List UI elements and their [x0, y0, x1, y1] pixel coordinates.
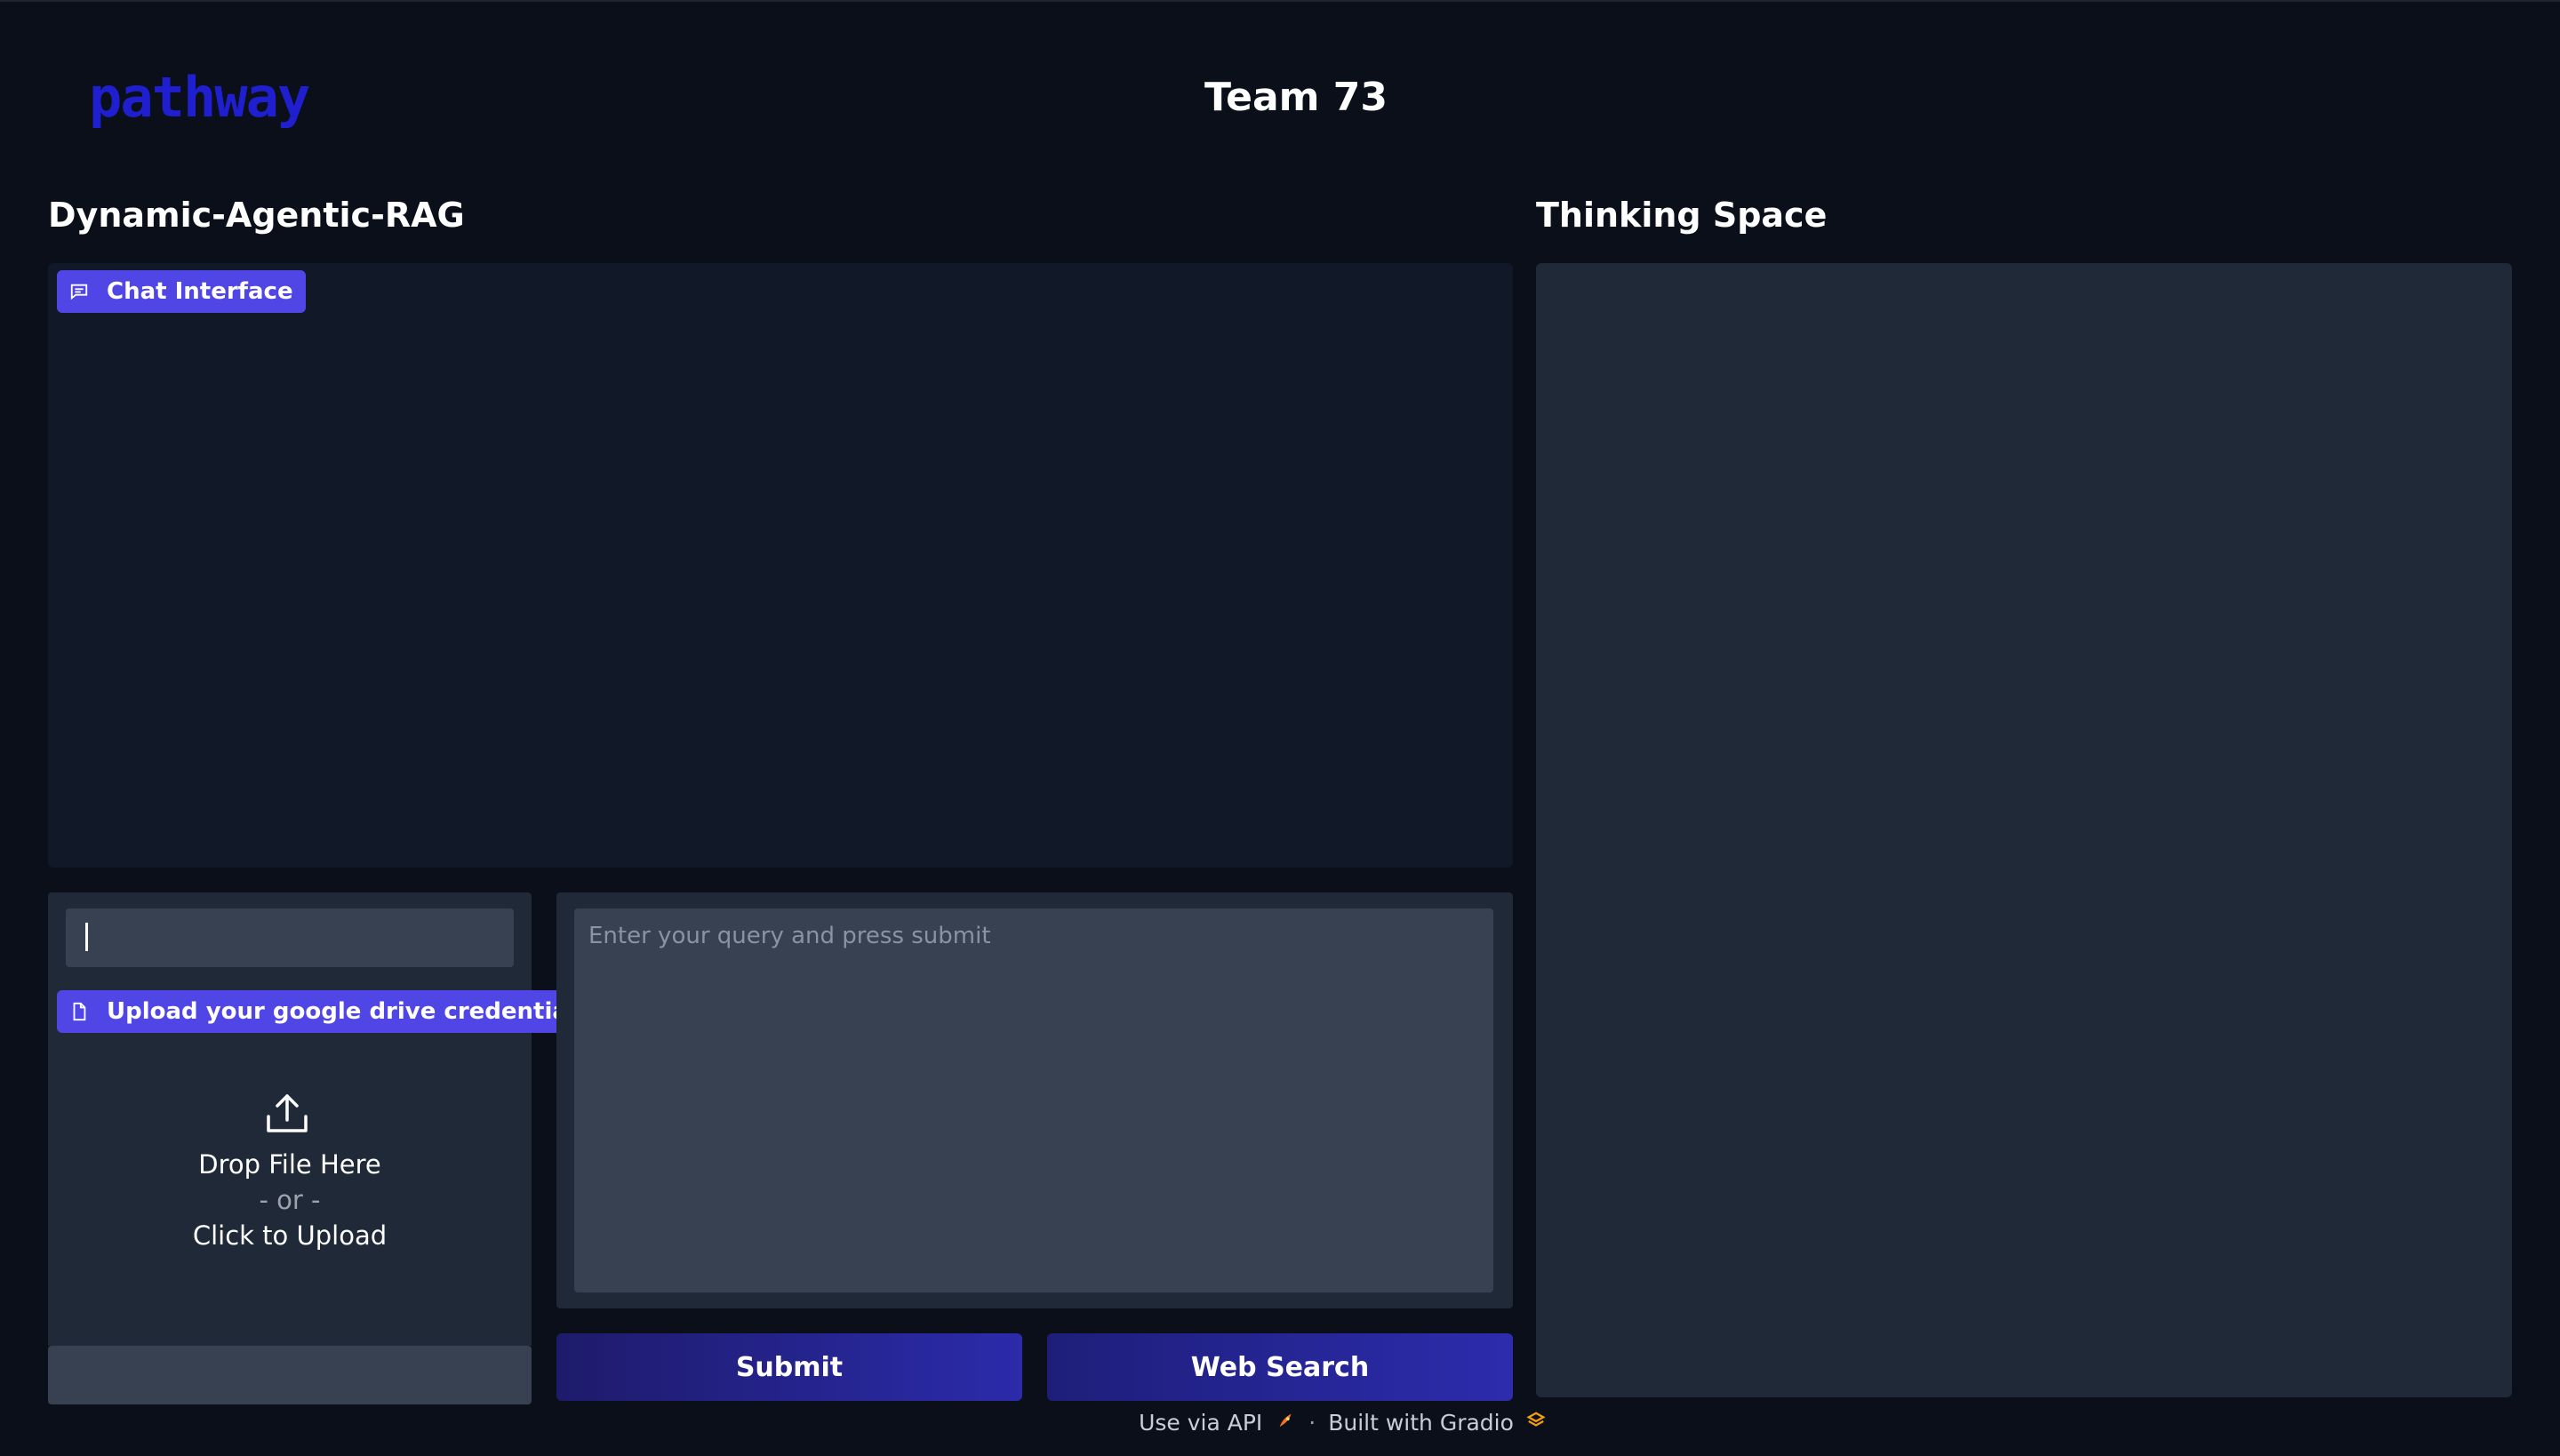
web-search-button[interactable]: Web Search	[1047, 1333, 1513, 1401]
file-icon	[69, 1002, 89, 1021]
chat-interface-text: Chat Interface	[107, 278, 293, 305]
window-top-border	[0, 0, 2560, 2]
gradio-logo-icon	[1526, 1410, 1546, 1436]
click-to-upload-text: Click to Upload	[192, 1220, 388, 1251]
text-cursor	[85, 923, 88, 951]
use-via-api-text: Use via API	[1139, 1409, 1263, 1436]
rag-heading: Dynamic-Agentic-RAG	[48, 196, 465, 235]
built-with-gradio-link[interactable]: Built with Gradio	[1328, 1410, 1546, 1436]
rocket-icon	[1276, 1410, 1296, 1436]
page-title: Team 73	[1204, 75, 1388, 120]
upload-status-bar	[48, 1346, 532, 1404]
chat-bubble-icon	[69, 282, 89, 301]
query-textarea[interactable]	[574, 908, 1493, 1292]
submit-button[interactable]: Submit	[556, 1333, 1022, 1401]
upload-credentials-label: Upload your google drive credentials	[57, 990, 603, 1033]
built-with-gradio-text: Built with Gradio	[1328, 1409, 1514, 1436]
footer-separator: ·	[1308, 1409, 1316, 1436]
use-via-api-link[interactable]: Use via API	[1139, 1410, 1296, 1436]
upload-icon	[265, 1093, 309, 1134]
thinking-space-heading: Thinking Space	[1536, 196, 1828, 235]
credentials-textbox[interactable]	[66, 908, 514, 967]
thinking-space-panel	[1536, 263, 2512, 1397]
upload-credentials-text: Upload your google drive credentials	[107, 998, 590, 1025]
chat-interface-label: Chat Interface	[57, 270, 306, 313]
chat-interface-panel	[48, 263, 1513, 868]
or-text: - or -	[259, 1185, 321, 1215]
drop-file-text: Drop File Here	[198, 1149, 381, 1180]
footer: Use via API · Built with Gradio	[0, 1404, 2560, 1440]
